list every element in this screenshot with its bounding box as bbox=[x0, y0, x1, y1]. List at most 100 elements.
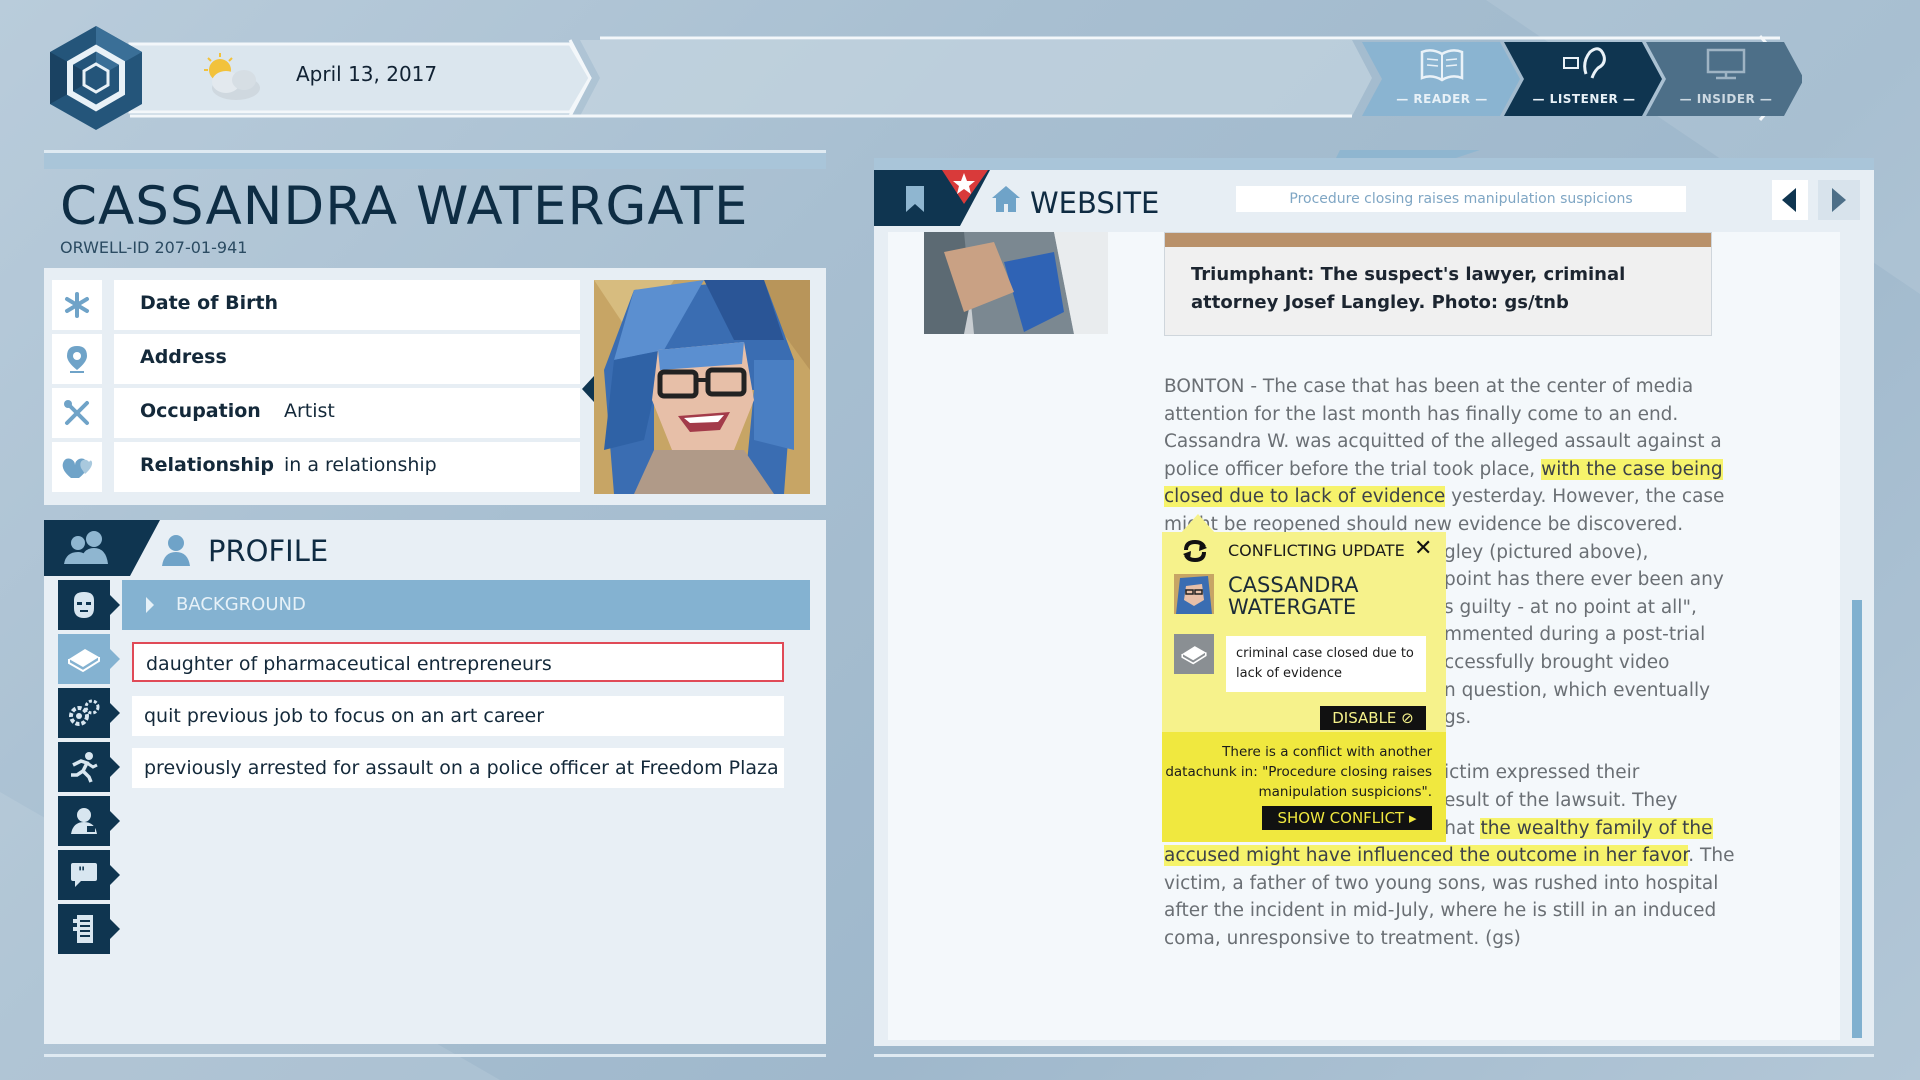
speech-bubble-icon: " bbox=[71, 863, 97, 887]
article-text-span: ictim expressed their bbox=[1444, 762, 1640, 784]
people-group-icon bbox=[64, 531, 108, 564]
profile-category-face[interactable] bbox=[58, 580, 120, 630]
popup-person-name-line2: WATERGATE bbox=[1228, 595, 1357, 619]
datachunk-item[interactable]: previously arrested for assault on a pol… bbox=[132, 748, 784, 788]
conflict-message: There is a conflict with another datachu… bbox=[1165, 744, 1432, 800]
info-row-body: Address bbox=[114, 334, 580, 384]
article-text-span: attention for the last month has finally… bbox=[1164, 403, 1679, 425]
article-line: ictim expressed their bbox=[1444, 762, 1639, 783]
popup-person-name-line1: CASSANDRA bbox=[1228, 573, 1359, 597]
article-text-span: ccessfully brought video bbox=[1444, 652, 1670, 673]
article-text-span: police officer before the trial took pla… bbox=[1164, 458, 1542, 480]
sync-conflict-icon bbox=[1183, 539, 1207, 563]
conflicting-update-popup: CONFLICTING UPDATE ✕ CASSANDRA WATERGATE… bbox=[1162, 532, 1446, 842]
highlighted-datachunk-text[interactable]: accused might have influenced the outcom… bbox=[1164, 845, 1689, 867]
highlighted-datachunk-text[interactable]: the wealthy family of the bbox=[1480, 817, 1713, 839]
profile-category-records[interactable] bbox=[58, 904, 120, 954]
orwell-id: ORWELL-ID 207-01-941 bbox=[60, 238, 248, 257]
top-bar: April 13, 2017 — READER — — LISTENER — —… bbox=[0, 0, 1920, 170]
profile-title: PROFILE bbox=[208, 534, 329, 568]
background-section-header[interactable]: BACKGROUND bbox=[122, 580, 810, 630]
previous-article-button[interactable] bbox=[1772, 180, 1808, 220]
mode-listener-label: — LISTENER — bbox=[1532, 92, 1636, 106]
article-text-span: coma, unresponsive to treatment. (gs) bbox=[1164, 928, 1521, 949]
info-key: Address bbox=[140, 346, 227, 368]
bookmark-icon[interactable] bbox=[904, 184, 926, 214]
right-panel-header-line bbox=[874, 158, 1874, 170]
svg-text:": " bbox=[78, 865, 85, 881]
monitor-icon bbox=[1706, 48, 1746, 80]
highlighted-datachunk-text[interactable]: with the case being bbox=[1541, 458, 1723, 480]
info-key: Occupation bbox=[140, 400, 261, 422]
article-line: coma, unresponsive to treatment. (gs) bbox=[1164, 928, 1521, 949]
article-line: gs. bbox=[1444, 707, 1471, 728]
website-title: WEBSITE bbox=[1030, 186, 1160, 220]
book-stack-icon bbox=[68, 649, 100, 673]
tools-icon bbox=[52, 388, 102, 438]
news-outlet-flag-icon bbox=[942, 170, 988, 204]
info-value: in a relationship bbox=[284, 454, 437, 476]
person-badge-icon bbox=[71, 808, 97, 834]
next-article-button[interactable] bbox=[1818, 180, 1860, 220]
home-icon bbox=[992, 186, 1020, 212]
background-section-label: BACKGROUND bbox=[176, 594, 306, 615]
person-avatar-icon bbox=[1174, 574, 1214, 614]
info-row-body: Date of Birth bbox=[114, 280, 580, 330]
mode-insider-tab[interactable]: — INSIDER — bbox=[1656, 42, 1796, 114]
weather-partly-cloudy-icon bbox=[204, 53, 260, 100]
mode-reader-label: — READER — bbox=[1396, 92, 1488, 106]
right-panel-footer-line bbox=[874, 1054, 1874, 1057]
article-line: s guilty - at no point at all", bbox=[1444, 597, 1697, 618]
person-portrait bbox=[594, 280, 810, 494]
profile-category-settings[interactable] bbox=[58, 688, 120, 738]
popup-title: CONFLICTING UPDATE bbox=[1228, 541, 1405, 560]
article-text-span: s guilty - at no point at all", bbox=[1444, 596, 1697, 618]
highlighted-datachunk-text[interactable]: closed due to lack of evidence bbox=[1164, 486, 1446, 508]
show-conflict-button[interactable]: SHOW CONFLICT ▸ bbox=[1262, 806, 1432, 830]
hearts-icon bbox=[52, 442, 102, 492]
article-text-span: after the incident in mid-July, where he… bbox=[1164, 900, 1717, 922]
profile-category-contacts[interactable] bbox=[58, 796, 120, 846]
popup-conflict-footer: There is a conflict with another datachu… bbox=[1162, 732, 1446, 842]
profile-category-background[interactable] bbox=[58, 634, 120, 684]
disable-button[interactable]: DISABLE ⊘ bbox=[1320, 706, 1426, 730]
profile-category-activities[interactable] bbox=[58, 742, 120, 792]
info-row-date-of-birth[interactable]: Date of Birth bbox=[52, 280, 584, 330]
article-text-span: yesterday. However, the case bbox=[1445, 486, 1725, 508]
app-logo[interactable] bbox=[44, 26, 148, 130]
close-icon[interactable]: ✕ bbox=[1414, 536, 1432, 561]
popup-header: CONFLICTING UPDATE ✕ bbox=[1162, 532, 1446, 570]
article-text-span: . The bbox=[1688, 845, 1735, 867]
article-text-span: point has there ever been any bbox=[1444, 569, 1724, 591]
info-row-body: Relationship in a relationship bbox=[114, 442, 580, 492]
info-row-relationship[interactable]: Relationship in a relationship bbox=[52, 442, 584, 492]
left-panel-header-line bbox=[44, 150, 826, 169]
info-key: Date of Birth bbox=[140, 292, 279, 314]
chevron-right-icon bbox=[146, 597, 154, 613]
datachunk-item[interactable]: daughter of pharmaceutical entrepreneurs bbox=[132, 642, 784, 682]
info-row-occupation[interactable]: Occupation Artist bbox=[52, 388, 584, 438]
article-line: after the incident in mid-July, where he… bbox=[1164, 900, 1716, 921]
gears-icon bbox=[69, 699, 100, 726]
article-title-field[interactable]: Procedure closing raises manipulation su… bbox=[1236, 186, 1686, 212]
article-line: point has there ever been any bbox=[1444, 569, 1724, 590]
arrow-right-icon bbox=[1832, 188, 1846, 212]
popup-person-name: CASSANDRA WATERGATE bbox=[1228, 574, 1358, 618]
article-text-span: gs. bbox=[1444, 707, 1472, 729]
article-text-span: n question, which eventually bbox=[1444, 679, 1711, 701]
info-row-address[interactable]: Address bbox=[52, 334, 584, 384]
profile-category-quotes[interactable]: " bbox=[58, 850, 120, 900]
mode-reader-tab[interactable]: — READER — bbox=[1372, 42, 1512, 114]
datachunk-item[interactable]: quit previous job to focus on an art car… bbox=[132, 696, 784, 736]
arrow-left-icon bbox=[1782, 188, 1796, 212]
location-pin-icon bbox=[52, 334, 102, 384]
article-photo bbox=[924, 232, 1108, 334]
caption-photo-strip bbox=[1165, 233, 1711, 247]
article-text-span: mmented during a post-trial bbox=[1444, 624, 1706, 646]
article-text-span: victim, a father of two young sons, was … bbox=[1164, 872, 1719, 894]
mode-listener-tab[interactable]: — LISTENER — bbox=[1514, 42, 1654, 114]
ear-icon bbox=[1563, 47, 1606, 79]
asterisk-icon bbox=[52, 280, 102, 330]
article-text-span: gley (pictured above), bbox=[1444, 541, 1649, 563]
article-scrollbar[interactable] bbox=[1852, 600, 1862, 1038]
